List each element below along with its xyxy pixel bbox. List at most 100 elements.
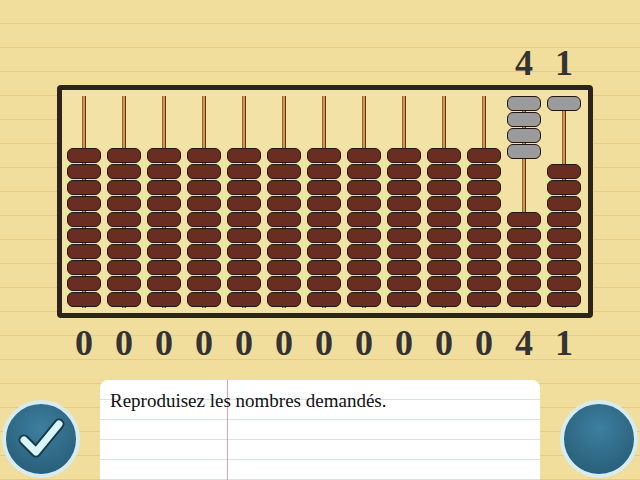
bead[interactable] — [147, 228, 181, 243]
bead[interactable] — [227, 260, 261, 275]
bead[interactable] — [467, 244, 501, 259]
bead[interactable] — [507, 96, 541, 111]
bead[interactable] — [107, 164, 141, 179]
abacus-rod[interactable] — [344, 96, 384, 308]
next-button[interactable] — [560, 400, 638, 478]
bead[interactable] — [467, 148, 501, 163]
bead[interactable] — [147, 292, 181, 307]
bead[interactable] — [67, 212, 101, 227]
bead[interactable] — [267, 148, 301, 163]
abacus-rod[interactable] — [464, 96, 504, 308]
bead[interactable] — [107, 276, 141, 291]
abacus-rod[interactable] — [384, 96, 424, 308]
bead[interactable] — [187, 180, 221, 195]
bead[interactable] — [547, 180, 581, 195]
bead[interactable] — [67, 148, 101, 163]
bead[interactable] — [507, 144, 541, 159]
bead[interactable] — [467, 212, 501, 227]
bead[interactable] — [427, 164, 461, 179]
bead[interactable] — [307, 244, 341, 259]
bead[interactable] — [427, 260, 461, 275]
bead[interactable] — [187, 196, 221, 211]
bead[interactable] — [187, 260, 221, 275]
bead[interactable] — [227, 180, 261, 195]
bead[interactable] — [147, 244, 181, 259]
bead[interactable] — [107, 148, 141, 163]
bead[interactable] — [147, 276, 181, 291]
bead[interactable] — [67, 164, 101, 179]
bead[interactable] — [507, 276, 541, 291]
bead[interactable] — [347, 244, 381, 259]
bead[interactable] — [427, 148, 461, 163]
bead[interactable] — [467, 228, 501, 243]
bead[interactable] — [427, 276, 461, 291]
bead[interactable] — [67, 180, 101, 195]
bead[interactable] — [427, 292, 461, 307]
bead[interactable] — [187, 276, 221, 291]
bead[interactable] — [107, 260, 141, 275]
bead[interactable] — [347, 196, 381, 211]
bead[interactable] — [547, 276, 581, 291]
bead[interactable] — [227, 148, 261, 163]
bead[interactable] — [107, 292, 141, 307]
bead[interactable] — [307, 180, 341, 195]
bead[interactable] — [547, 292, 581, 307]
bead[interactable] — [67, 292, 101, 307]
bead[interactable] — [387, 244, 421, 259]
bead[interactable] — [307, 260, 341, 275]
bead[interactable] — [467, 164, 501, 179]
bead[interactable] — [427, 244, 461, 259]
bead[interactable] — [387, 196, 421, 211]
bead[interactable] — [347, 260, 381, 275]
bead[interactable] — [267, 260, 301, 275]
bead[interactable] — [547, 260, 581, 275]
bead[interactable] — [187, 148, 221, 163]
bead[interactable] — [147, 164, 181, 179]
bead[interactable] — [267, 244, 301, 259]
bead[interactable] — [107, 180, 141, 195]
bead[interactable] — [307, 148, 341, 163]
bead[interactable] — [307, 212, 341, 227]
bead[interactable] — [507, 212, 541, 227]
bead[interactable] — [467, 260, 501, 275]
bead[interactable] — [387, 228, 421, 243]
bead[interactable] — [267, 164, 301, 179]
bead[interactable] — [267, 212, 301, 227]
bead[interactable] — [547, 244, 581, 259]
bead[interactable] — [427, 196, 461, 211]
bead[interactable] — [507, 228, 541, 243]
bead[interactable] — [387, 276, 421, 291]
bead[interactable] — [227, 292, 261, 307]
bead[interactable] — [387, 148, 421, 163]
bead[interactable] — [387, 260, 421, 275]
bead[interactable] — [307, 164, 341, 179]
bead[interactable] — [427, 228, 461, 243]
bead[interactable] — [147, 212, 181, 227]
bead[interactable] — [507, 244, 541, 259]
bead[interactable] — [547, 164, 581, 179]
abacus-rod[interactable] — [64, 96, 104, 308]
bead[interactable] — [507, 292, 541, 307]
bead[interactable] — [267, 292, 301, 307]
abacus-rod[interactable] — [184, 96, 224, 308]
bead[interactable] — [307, 292, 341, 307]
bead[interactable] — [547, 212, 581, 227]
bead[interactable] — [467, 196, 501, 211]
bead[interactable] — [267, 276, 301, 291]
bead[interactable] — [227, 276, 261, 291]
bead[interactable] — [507, 128, 541, 143]
validate-button[interactable] — [2, 400, 80, 478]
bead[interactable] — [67, 196, 101, 211]
bead[interactable] — [467, 292, 501, 307]
bead[interactable] — [227, 212, 261, 227]
bead[interactable] — [147, 196, 181, 211]
bead[interactable] — [507, 112, 541, 127]
bead[interactable] — [507, 260, 541, 275]
bead[interactable] — [307, 196, 341, 211]
bead[interactable] — [347, 276, 381, 291]
bead[interactable] — [427, 212, 461, 227]
abacus-rod[interactable] — [104, 96, 144, 308]
bead[interactable] — [67, 228, 101, 243]
bead[interactable] — [147, 260, 181, 275]
bead[interactable] — [427, 180, 461, 195]
